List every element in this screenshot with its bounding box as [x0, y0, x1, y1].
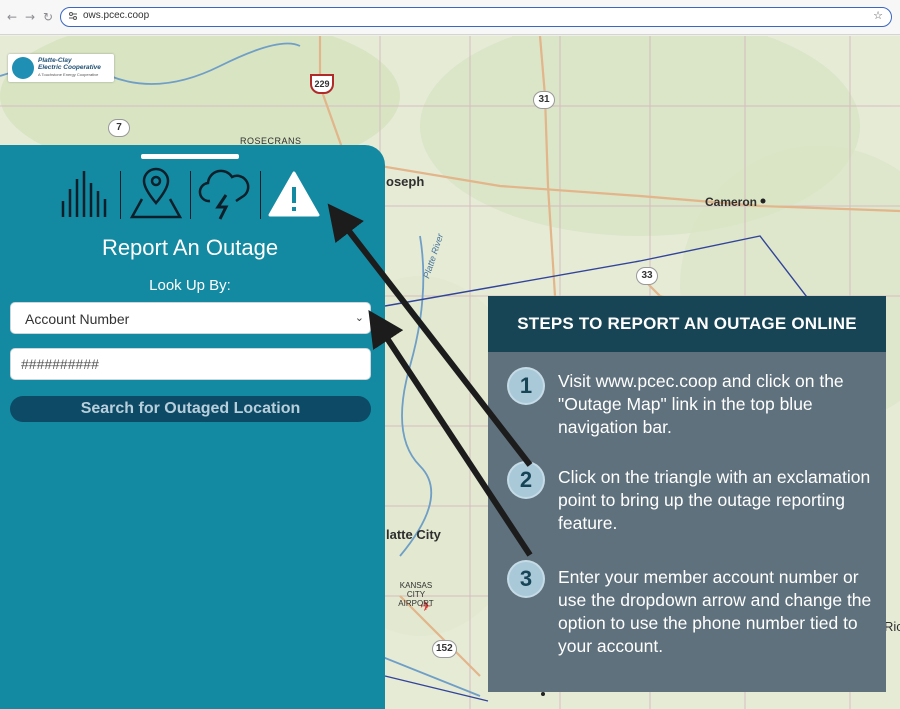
steps-box: STEPS TO REPORT AN OUTAGE ONLINE 1 Visit…: [488, 296, 886, 692]
outage-panel: Report An Outage Look Up By: Account Num…: [0, 145, 385, 709]
step-number-badge: 3: [509, 562, 543, 596]
route-shield: 33: [636, 267, 658, 285]
browser-toolbar: ← → ↻ ows.pcec.coop ☆: [0, 0, 900, 35]
search-outage-button[interactable]: Search for Outaged Location: [10, 396, 371, 422]
step-text: Visit www.pcec.coop and click on the "Ou…: [558, 371, 844, 437]
step-text: Enter your member account number or use …: [558, 567, 872, 656]
route-shield: 152: [432, 640, 457, 658]
star-icon[interactable]: ☆: [873, 9, 883, 22]
route-shield: 7: [108, 119, 130, 137]
panel-title: Report An Outage: [101, 235, 279, 260]
step-text: Click on the triangle with an exclamatio…: [558, 467, 871, 533]
route-shield: 31: [533, 91, 555, 109]
toolbar-divider: [260, 171, 261, 219]
forward-arrow-icon[interactable]: →: [23, 9, 37, 25]
reload-icon[interactable]: ↻: [41, 9, 55, 25]
panel-drag-handle[interactable]: [141, 154, 239, 159]
storm-cloud-icon[interactable]: [196, 167, 252, 221]
logo-mark-icon: [12, 57, 34, 79]
account-number-input[interactable]: [10, 348, 371, 380]
back-arrow-icon[interactable]: ←: [5, 9, 19, 25]
lookup-label: Look Up By:: [149, 277, 231, 294]
map-label-cameron: Cameron: [705, 195, 758, 209]
pcec-logo[interactable]: Platte-Clay Electric Cooperative A Touch…: [8, 54, 114, 82]
map-label-platte-city: latte City: [386, 527, 441, 542]
map-label-ric: Ric: [884, 619, 900, 634]
step-number-badge: 1: [509, 369, 543, 403]
logo-line-2: Electric Cooperative: [38, 64, 101, 71]
lookup-type-select[interactable]: Account Number ⌄: [10, 302, 371, 334]
logo-line-1: Platte-Clay: [38, 57, 72, 64]
chevron-down-icon[interactable]: ⌄: [355, 311, 364, 324]
url-text[interactable]: ows.pcec.coop: [83, 10, 149, 21]
warning-triangle-icon[interactable]: [266, 167, 322, 221]
toolbar-divider: [120, 171, 121, 219]
lookup-selected-value: Account Number: [25, 311, 130, 327]
site-settings-icon[interactable]: [68, 11, 78, 21]
toolbar-divider: [190, 171, 191, 219]
steps-heading: STEPS TO REPORT AN OUTAGE ONLINE: [488, 296, 886, 352]
map-pin-icon[interactable]: [128, 167, 184, 221]
address-bar[interactable]: ows.pcec.coop ☆: [60, 7, 892, 27]
chart-bars-icon[interactable]: [58, 167, 114, 221]
interstate-shield: 229: [310, 74, 334, 94]
logo-line-3: A Touchstone Energy Cooperative: [38, 72, 99, 77]
map-label-kansas-city-airport: KANSAS CITY AIRPORT: [398, 581, 434, 608]
step-number-badge: 2: [509, 463, 543, 497]
map-label-joseph: oseph: [386, 174, 425, 189]
